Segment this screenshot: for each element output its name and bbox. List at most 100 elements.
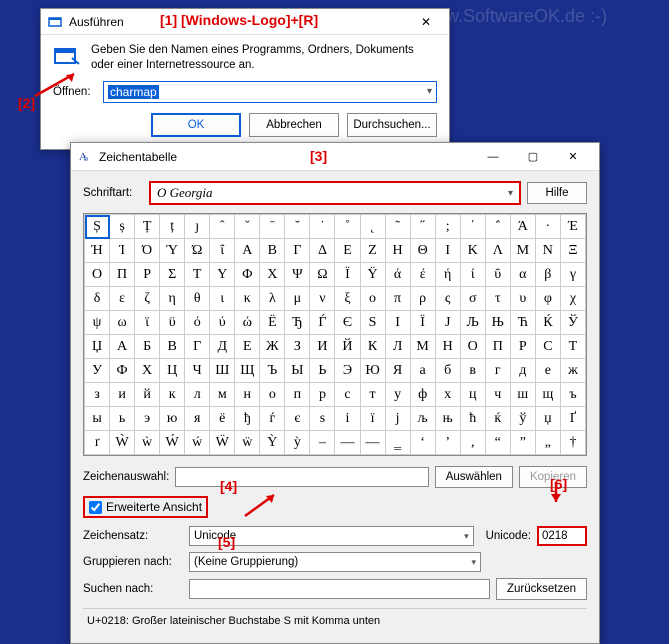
char-cell[interactable]: О xyxy=(460,335,485,359)
char-cell[interactable]: Б xyxy=(135,335,160,359)
char-cell[interactable]: Ђ xyxy=(285,311,310,335)
char-cell[interactable]: ΄ xyxy=(460,215,485,239)
char-cell[interactable]: х xyxy=(435,383,460,407)
char-cell[interactable]: ё xyxy=(210,407,235,431)
char-cell[interactable]: Ε xyxy=(335,239,360,263)
char-cell[interactable]: Ь xyxy=(310,359,335,383)
char-cell[interactable]: ь xyxy=(110,407,135,431)
char-cell[interactable]: ρ xyxy=(410,287,435,311)
char-cell[interactable]: Φ xyxy=(235,263,260,287)
chevron-down-icon[interactable]: ▾ xyxy=(427,86,432,97)
char-cell[interactable]: ˛ xyxy=(360,215,385,239)
char-cell[interactable]: ώ xyxy=(235,311,260,335)
close-button[interactable]: ✕ xyxy=(553,144,593,170)
browse-button[interactable]: Durchsuchen... xyxy=(347,113,437,137)
char-cell[interactable]: Њ xyxy=(485,311,510,335)
char-cell[interactable]: · xyxy=(535,215,560,239)
reset-button[interactable]: Zurücksetzen xyxy=(496,578,587,600)
char-cell[interactable]: Ќ xyxy=(535,311,560,335)
char-cell[interactable]: Έ xyxy=(560,215,585,239)
char-cell[interactable]: ˝ xyxy=(410,215,435,239)
char-cell[interactable]: ẃ xyxy=(185,431,210,455)
char-cell[interactable]: т xyxy=(360,383,385,407)
char-cell[interactable]: υ xyxy=(510,287,535,311)
char-cell[interactable]: φ xyxy=(535,287,560,311)
advanced-checkbox[interactable]: Erweiterte Ansicht xyxy=(83,496,208,518)
char-cell[interactable]: ο xyxy=(360,287,385,311)
char-cell[interactable]: Ι xyxy=(435,239,460,263)
char-cell[interactable]: н xyxy=(235,383,260,407)
char-cell[interactable]: Δ xyxy=(310,239,335,263)
char-cell[interactable]: ґ xyxy=(85,431,110,455)
selection-input[interactable] xyxy=(175,467,428,487)
char-cell[interactable]: Ё xyxy=(260,311,285,335)
char-cell[interactable]: Ζ xyxy=(360,239,385,263)
char-cell[interactable]: Ș xyxy=(85,215,110,239)
char-cell[interactable]: Χ xyxy=(260,263,285,287)
char-cell[interactable]: ẅ xyxy=(235,431,260,455)
char-cell[interactable]: Д xyxy=(210,335,235,359)
char-cell[interactable]: Ъ xyxy=(260,359,285,383)
char-cell[interactable]: с xyxy=(335,383,360,407)
char-cell[interactable]: й xyxy=(135,383,160,407)
char-cell[interactable]: Т xyxy=(560,335,585,359)
char-cell[interactable]: в xyxy=(460,359,485,383)
char-cell[interactable]: τ xyxy=(485,287,510,311)
char-cell[interactable]: Ώ xyxy=(185,239,210,263)
char-cell[interactable]: ї xyxy=(360,407,385,431)
char-cell[interactable]: Ỳ xyxy=(260,431,285,455)
charset-select[interactable]: Unicode ▾ xyxy=(189,526,474,546)
char-cell[interactable]: к xyxy=(160,383,185,407)
char-cell[interactable]: ț xyxy=(160,215,185,239)
char-cell[interactable]: Ѓ xyxy=(310,311,335,335)
char-cell[interactable]: ẁ xyxy=(135,431,160,455)
copy-button[interactable]: Kopieren xyxy=(519,466,587,488)
char-cell[interactable]: ȷ xyxy=(185,215,210,239)
char-cell[interactable]: ˚ xyxy=(335,215,360,239)
char-cell[interactable]: Л xyxy=(385,335,410,359)
char-cell[interactable]: б xyxy=(435,359,460,383)
char-cell[interactable]: з xyxy=(85,383,110,407)
char-cell[interactable]: ѓ xyxy=(260,407,285,431)
char-cell[interactable]: ˜ xyxy=(385,215,410,239)
char-cell[interactable]: Γ xyxy=(285,239,310,263)
char-cell[interactable]: Ў xyxy=(560,311,585,335)
char-cell[interactable]: р xyxy=(310,383,335,407)
char-cell[interactable]: ж xyxy=(560,359,585,383)
char-cell[interactable]: ε xyxy=(110,287,135,311)
char-cell[interactable]: Ы xyxy=(285,359,310,383)
ok-button[interactable]: OK xyxy=(151,113,241,137)
char-cell[interactable]: ѕ xyxy=(310,407,335,431)
char-cell[interactable]: ζ xyxy=(135,287,160,311)
char-cell[interactable]: љ xyxy=(410,407,435,431)
char-cell[interactable]: ΅ xyxy=(485,215,510,239)
char-cell[interactable]: К xyxy=(360,335,385,359)
char-cell[interactable]: Ή xyxy=(85,239,110,263)
char-cell[interactable]: ή xyxy=(435,263,460,287)
char-cell[interactable]: π xyxy=(385,287,410,311)
char-cell[interactable]: ϋ xyxy=(160,311,185,335)
open-combobox[interactable]: charmap ▾ xyxy=(103,81,437,103)
char-cell[interactable]: θ xyxy=(185,287,210,311)
char-cell[interactable]: ˙ xyxy=(310,215,335,239)
char-cell[interactable]: Σ xyxy=(160,263,185,287)
char-cell[interactable]: я xyxy=(185,407,210,431)
char-cell[interactable]: щ xyxy=(535,383,560,407)
char-cell[interactable]: ι xyxy=(210,287,235,311)
char-cell[interactable]: „ xyxy=(535,431,560,455)
char-cell[interactable]: і xyxy=(335,407,360,431)
char-cell[interactable]: μ xyxy=(285,287,310,311)
char-cell[interactable]: џ xyxy=(535,407,560,431)
char-cell[interactable]: У xyxy=(85,359,110,383)
char-cell[interactable]: ϊ xyxy=(135,311,160,335)
char-cell[interactable]: Ϊ xyxy=(335,263,360,287)
char-cell[interactable]: Ẁ xyxy=(110,431,135,455)
char-cell[interactable]: Е xyxy=(235,335,260,359)
char-cell[interactable]: λ xyxy=(260,287,285,311)
char-cell[interactable]: ― xyxy=(360,431,385,455)
char-cell[interactable]: Ẅ xyxy=(210,431,235,455)
char-cell[interactable]: Β xyxy=(260,239,285,263)
char-cell[interactable]: Х xyxy=(135,359,160,383)
char-cell[interactable]: ђ xyxy=(235,407,260,431)
char-cell[interactable]: С xyxy=(535,335,560,359)
